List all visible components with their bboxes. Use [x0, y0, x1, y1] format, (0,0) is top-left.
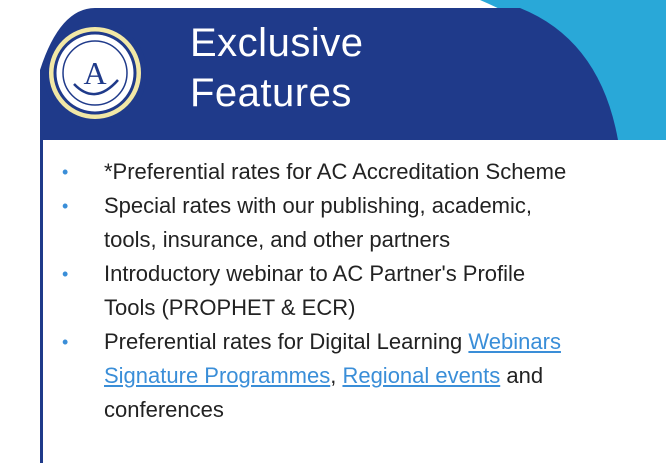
bullet-icon: • [62, 332, 69, 352]
feature-text: Special rates with our publishing, acade… [104, 193, 533, 218]
list-item: • Special rates with our publishing, aca… [58, 189, 666, 257]
ac-logo-icon: A [43, 21, 147, 125]
title-line-2: Features [190, 71, 352, 115]
feature-text: conferences [104, 397, 224, 422]
features-list: • *Preferential rates for AC Accreditati… [58, 155, 666, 427]
exclusive-features-card: A Exclusive Features • *Preferential rat… [0, 0, 666, 463]
list-item: • Preferential rates for Digital Learnin… [58, 325, 666, 427]
list-item: • Introductory webinar to AC Partner's P… [58, 257, 666, 325]
title-line-1: Exclusive [190, 21, 364, 65]
bullet-icon: • [62, 162, 69, 182]
page-title: Exclusive Features [190, 18, 363, 118]
feature-text: *Preferential rates for AC Accreditation… [104, 159, 567, 184]
regional-events-link[interactable]: Regional events [342, 363, 500, 388]
feature-text: and [500, 363, 544, 388]
webinars-link[interactable]: Webinars [468, 329, 561, 354]
bullet-icon: • [62, 196, 69, 216]
feature-text: Preferential rates for Digital Learning [104, 329, 469, 354]
feature-text-line: Signature Programmes, Regional events an… [104, 359, 666, 393]
left-border-rule [40, 120, 43, 463]
separator-text: , [330, 363, 343, 388]
feature-text: Tools (PROPHET & ECR) [104, 295, 356, 320]
feature-text-line: Preferential rates for Digital Learning … [104, 325, 666, 359]
logo-letter: A [83, 55, 106, 91]
feature-text: tools, insurance, and other partners [104, 227, 451, 252]
signature-programmes-link[interactable]: Signature Programmes [104, 363, 330, 388]
list-item: • *Preferential rates for AC Accreditati… [58, 155, 666, 189]
bullet-icon: • [62, 264, 69, 284]
feature-text: Introductory webinar to AC Partner's Pro… [104, 261, 526, 286]
